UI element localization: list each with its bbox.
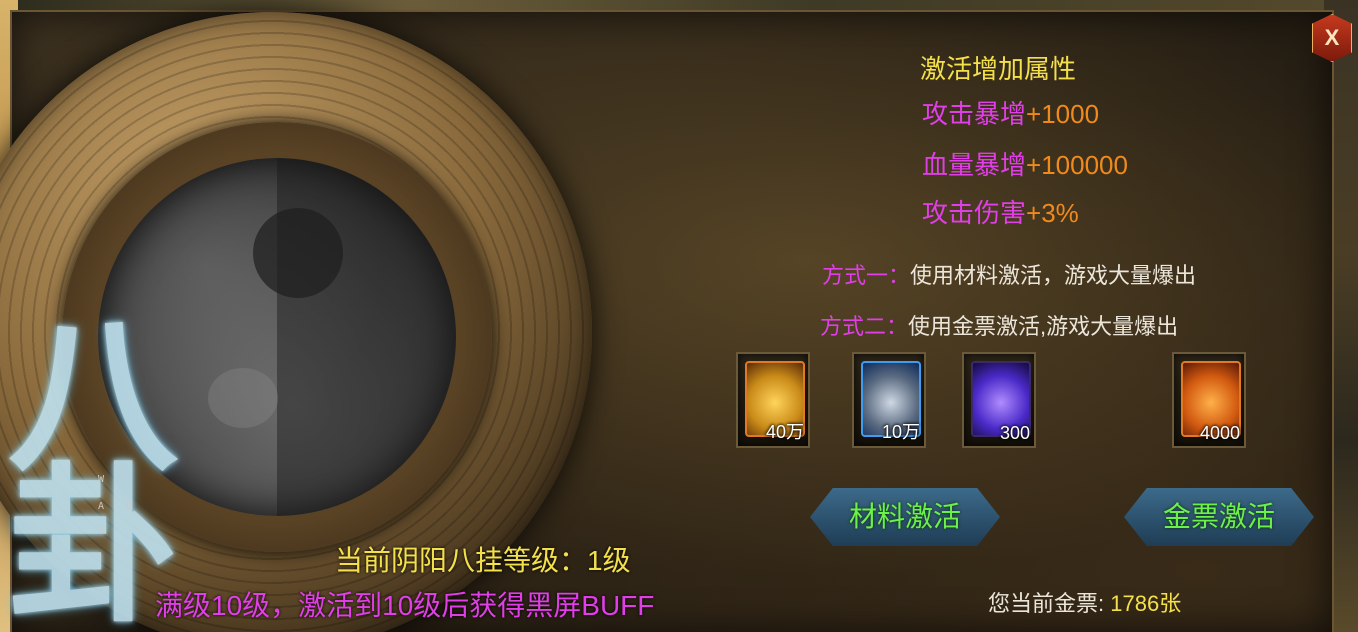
bagua-activation-panel: 八 卦 W A D S 激活增加属性 攻击暴增+1000 血量暴增+100000…: [0, 10, 1334, 632]
attributes-title: 激活增加属性: [920, 54, 1077, 84]
compass-w: W: [98, 474, 105, 485]
balance-value: 1786张: [1110, 591, 1182, 616]
ticket-activate-button[interactable]: 金票激活: [1124, 488, 1314, 546]
balance-label: 您当前金票:: [988, 591, 1105, 616]
attribute-name: 攻击暴增: [922, 99, 1027, 129]
attribute-row: 血量暴增+100000: [922, 145, 1128, 182]
attribute-value: +3%: [1026, 198, 1079, 228]
ticket-balance: 您当前金票: 1786张: [988, 586, 1181, 618]
compass-d: D: [126, 501, 133, 512]
item-slot-orb[interactable]: 300: [962, 352, 1036, 448]
compass-s: S: [98, 524, 105, 535]
item-slot-ticket[interactable]: 10万: [852, 352, 926, 448]
yang-dot: [208, 368, 278, 428]
method-text: 使用金票激活,游戏大量爆出: [908, 314, 1179, 339]
item-quantity: 40万: [765, 422, 804, 442]
attribute-value: +1000: [1026, 99, 1100, 129]
method-two: 方式二：使用金票激活,游戏大量爆出: [820, 309, 1178, 341]
item-quantity: 300: [999, 423, 1030, 443]
method-label: 方式二：: [820, 314, 909, 339]
compass-letters: W A D S: [98, 474, 132, 535]
attribute-name: 攻击伤害: [922, 198, 1027, 228]
close-button[interactable]: X: [1312, 14, 1352, 62]
item-quantity: 10万: [881, 422, 920, 442]
attribute-name: 血量暴增: [922, 150, 1027, 180]
attribute-row: 攻击伤害+3%: [922, 193, 1079, 230]
method-text: 使用材料激活，游戏大量爆出: [910, 263, 1197, 288]
item-quantity: 4000: [1199, 423, 1240, 443]
item-slot-scroll[interactable]: 4000: [1172, 352, 1246, 448]
method-label: 方式一：: [822, 263, 911, 288]
buff-info-text: 满级10级，激活到10级后获得黑屏BUFF: [155, 590, 655, 621]
compass-a: A: [98, 501, 105, 512]
method-one: 方式一：使用材料激活，游戏大量爆出: [822, 258, 1196, 290]
material-activate-button[interactable]: 材料激活: [810, 488, 1000, 546]
attribute-row: 攻击暴增+1000: [922, 94, 1099, 131]
attribute-value: +100000: [1026, 150, 1128, 180]
item-slot-gold[interactable]: 40万: [736, 352, 810, 448]
bagua-title-glyph: 八 卦: [8, 312, 218, 632]
yin-dot: [253, 208, 343, 298]
current-level-text: 当前阴阳八挂等级：1级: [335, 545, 631, 576]
game-screen: 八 卦 W A D S 激活增加属性 攻击暴增+1000 血量暴增+100000…: [0, 0, 1358, 632]
